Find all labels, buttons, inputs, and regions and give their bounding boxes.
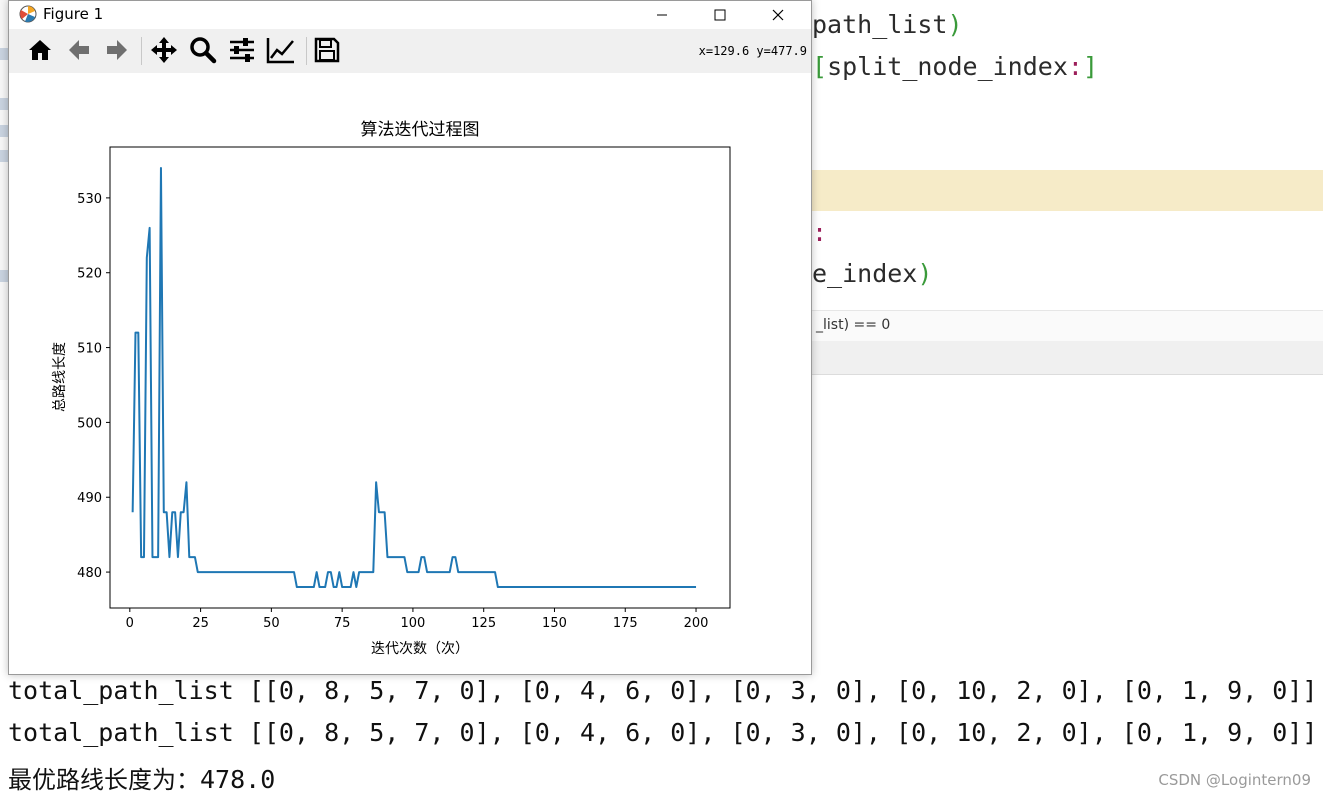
back-arrow-icon xyxy=(69,40,89,60)
save-button[interactable] xyxy=(312,35,342,65)
panel-icon xyxy=(0,98,8,110)
x-tick-label: 200 xyxy=(684,616,709,631)
y-tick-label: 500 xyxy=(77,416,102,431)
console-line-1: total_path_list [[0, 8, 5, 7, 0], [0, 4,… xyxy=(8,676,1318,705)
panel-icon xyxy=(0,48,8,60)
pan-button[interactable] xyxy=(149,35,179,65)
left-panel-edge xyxy=(0,0,8,380)
back-button[interactable] xyxy=(64,35,94,65)
home-button[interactable] xyxy=(25,35,55,65)
code-bracket: ] xyxy=(1082,52,1099,81)
window-title: Figure 1 xyxy=(43,5,104,23)
maximize-button[interactable] xyxy=(697,1,743,29)
edit-curves-button[interactable] xyxy=(266,35,296,65)
result-value: 478.0 xyxy=(200,765,276,794)
y-tick-label: 530 xyxy=(77,192,102,207)
plot-canvas[interactable]: 算法迭代过程图 0 25 50 75 100 125 150 175 200 480 490 500… xyxy=(9,73,811,673)
panel-icon xyxy=(0,270,8,282)
title-bar[interactable]: Figure 1 xyxy=(9,1,811,29)
x-tick-label: 150 xyxy=(542,616,567,631)
console-line-2: total_path_list [[0, 8, 5, 7, 0], [0, 4,… xyxy=(8,718,1318,747)
subplots-icon xyxy=(230,38,254,62)
subplots-button[interactable] xyxy=(227,35,257,65)
home-icon xyxy=(29,40,51,60)
line-chart: 算法迭代过程图 0 25 50 75 100 125 150 175 200 480 490 500… xyxy=(52,120,731,657)
code-text: e_index xyxy=(812,259,918,288)
result-label: 最优路线长度为： xyxy=(8,766,200,794)
zoom-button[interactable] xyxy=(188,35,218,65)
minimize-button[interactable] xyxy=(639,1,685,29)
zoom-icon xyxy=(190,37,217,64)
figure-toolbar: x=129.6 y=477.9 xyxy=(9,29,811,74)
chart-title: 算法迭代过程图 xyxy=(361,120,480,140)
close-icon xyxy=(772,9,784,21)
maximize-icon xyxy=(714,9,726,21)
x-tick-label: 50 xyxy=(263,616,280,631)
forward-arrow-icon xyxy=(107,40,127,60)
forward-button[interactable] xyxy=(102,35,132,65)
x-axis: 0 25 50 75 100 125 150 175 200 xyxy=(126,608,709,631)
code-bracket: [ xyxy=(812,52,828,81)
code-line-1: path_list) xyxy=(812,10,963,39)
x-tick-label: 175 xyxy=(613,616,638,631)
x-tick-label: 0 xyxy=(126,616,134,631)
axes-frame xyxy=(109,146,731,609)
figure-window[interactable]: Figure 1 x=129.6 y=477.9 算法迭代过程图 0 25 50… xyxy=(8,0,812,675)
y-tick-label: 480 xyxy=(77,566,102,581)
code-line-4: e_index) xyxy=(812,259,932,288)
y-axis: 480 490 500 510 520 530 xyxy=(77,192,110,581)
current-line-highlight xyxy=(810,170,1323,211)
toolbar-separator xyxy=(306,37,307,65)
x-tick-label: 25 xyxy=(192,616,209,631)
code-text: path_list xyxy=(812,10,948,39)
matplotlib-icon xyxy=(19,5,37,23)
code-colon: : xyxy=(812,218,828,247)
save-icon xyxy=(314,37,340,63)
close-button[interactable] xyxy=(755,1,801,29)
x-tick-label: 100 xyxy=(401,616,426,631)
code-colon: : xyxy=(1067,52,1083,81)
pan-icon xyxy=(151,37,177,63)
edit-curves-icon xyxy=(266,38,294,64)
panel-divider xyxy=(810,341,1323,375)
y-tick-label: 510 xyxy=(77,342,102,357)
y-axis-label: 总路线长度 xyxy=(52,342,68,412)
cursor-coordinates: x=129.6 y=477.9 xyxy=(698,44,807,58)
console-result: 最优路线长度为：478.0 xyxy=(8,760,275,795)
toolbar-separator xyxy=(141,37,142,65)
x-tick-label: 75 xyxy=(334,616,351,631)
code-line-2: [split_node_index:] xyxy=(812,52,1098,81)
y-tick-label: 490 xyxy=(77,491,102,506)
x-axis-label: 迭代次数（次） xyxy=(371,641,469,657)
y-tick-label: 520 xyxy=(77,267,102,282)
status-text: _list) == 0 xyxy=(816,317,891,333)
watermark: CSDN @Logintern09 xyxy=(1158,771,1311,789)
panel-icon xyxy=(0,150,8,162)
panel-icon xyxy=(0,125,8,137)
minimize-icon xyxy=(657,14,667,16)
code-text: split_node_index xyxy=(827,52,1068,81)
code-paren: ) xyxy=(947,10,963,39)
code-line-3: : xyxy=(812,218,827,247)
x-tick-label: 125 xyxy=(471,616,496,631)
code-paren: ) xyxy=(917,259,933,288)
debug-status-strip: _list) == 0 xyxy=(810,310,1323,342)
